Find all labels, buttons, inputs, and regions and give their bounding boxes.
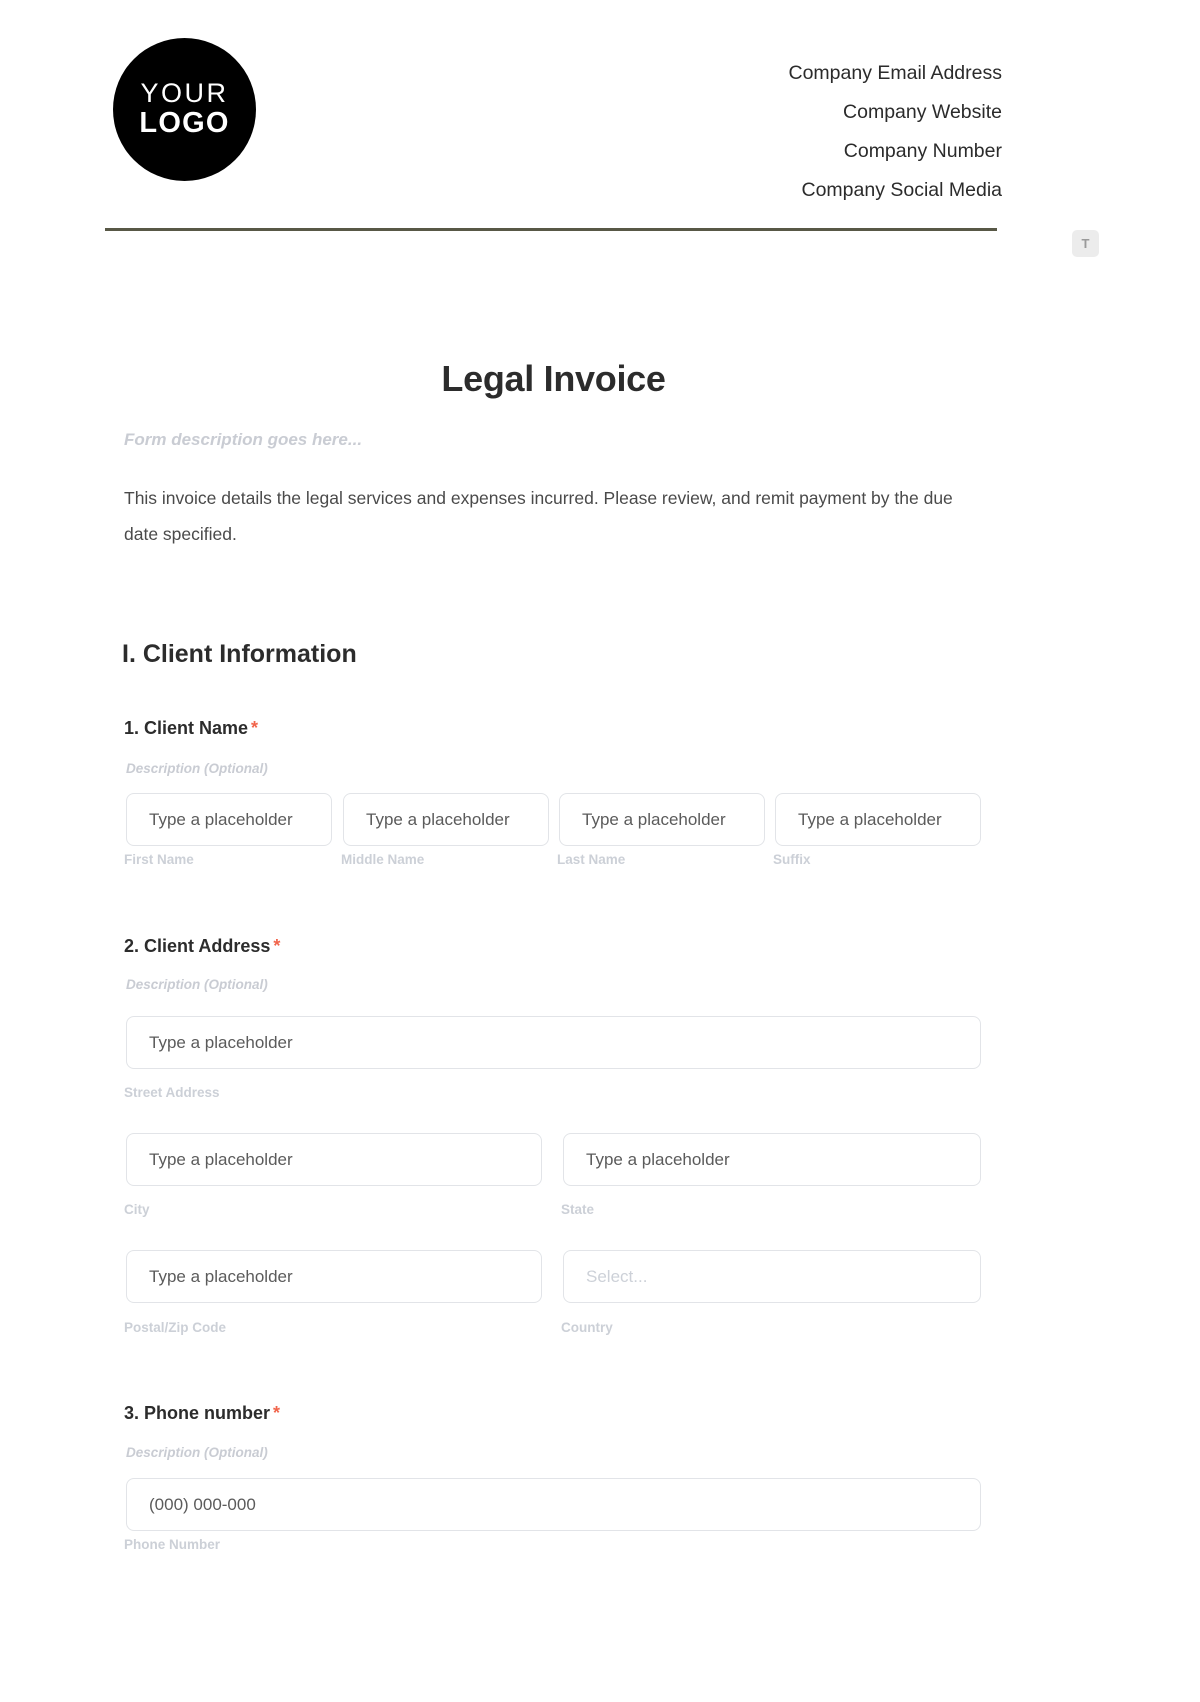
state-input[interactable]: Type a placeholder xyxy=(563,1133,981,1186)
logo-line-1: YOUR xyxy=(140,78,229,109)
company-email-address: Company Email Address xyxy=(788,62,1002,84)
sub-label-state: State xyxy=(561,1202,595,1217)
suffix-input[interactable]: Type a placeholder xyxy=(775,793,981,846)
sub-label-phone-number: Phone Number xyxy=(124,1537,221,1552)
required-asterisk: * xyxy=(273,936,281,956)
company-social-media: Company Social Media xyxy=(801,179,1002,201)
sub-label-middle-name: Middle Name xyxy=(341,852,425,867)
question-1-description[interactable]: Description (Optional) xyxy=(126,761,268,776)
section-title-client-information: I. Client Information xyxy=(122,640,357,668)
text-tool-badge-icon[interactable]: T xyxy=(1072,230,1099,257)
question-2-text: 2. Client Address xyxy=(124,936,271,956)
sub-label-city: City xyxy=(124,1202,150,1217)
street-address-input[interactable]: Type a placeholder xyxy=(126,1016,981,1069)
question-3-text: 3. Phone number xyxy=(124,1403,271,1423)
question-1-text: 1. Client Name xyxy=(124,718,249,738)
required-asterisk: * xyxy=(251,718,259,738)
header-divider xyxy=(105,228,997,231)
last-name-input[interactable]: Type a placeholder xyxy=(559,793,765,846)
invoice-form-page: YOUR LOGO Company Email Address Company … xyxy=(0,0,1200,1702)
sub-label-street-address: Street Address xyxy=(124,1085,220,1100)
postal-zip-code-input[interactable]: Type a placeholder xyxy=(126,1250,542,1303)
required-asterisk: * xyxy=(273,1403,281,1423)
question-3-description[interactable]: Description (Optional) xyxy=(126,1445,268,1460)
sub-label-first-name: First Name xyxy=(124,852,194,867)
question-label-client-address: 2. Client Address * xyxy=(124,936,280,957)
sub-label-last-name: Last Name xyxy=(557,852,626,867)
sub-label-country: Country xyxy=(561,1320,613,1335)
phone-number-input[interactable]: (000) 000-000 xyxy=(126,1478,981,1531)
first-name-input[interactable]: Type a placeholder xyxy=(126,793,332,846)
company-website: Company Website xyxy=(843,101,1002,123)
question-label-phone-number: 3. Phone number * xyxy=(124,1403,280,1424)
form-intro-text: This invoice details the legal services … xyxy=(124,488,953,544)
company-number: Company Number xyxy=(843,140,1002,162)
question-2-description[interactable]: Description (Optional) xyxy=(126,977,268,992)
company-contact-block: Company Email Address Company Website Co… xyxy=(788,34,1002,210)
middle-name-input[interactable]: Type a placeholder xyxy=(343,793,549,846)
form-description-placeholder[interactable]: Form description goes here... xyxy=(124,430,362,450)
company-logo: YOUR LOGO xyxy=(113,38,256,181)
city-input[interactable]: Type a placeholder xyxy=(126,1133,542,1186)
sub-label-suffix: Suffix xyxy=(773,852,811,867)
page-title: Legal Invoice xyxy=(441,358,666,399)
sub-label-postal-zip-code: Postal/Zip Code xyxy=(124,1320,227,1335)
logo-line-2: LOGO xyxy=(139,107,230,140)
page-header: YOUR LOGO Company Email Address Company … xyxy=(105,34,1002,214)
country-select[interactable]: Select... xyxy=(563,1250,981,1303)
question-label-client-name: 1. Client Name * xyxy=(124,718,258,739)
